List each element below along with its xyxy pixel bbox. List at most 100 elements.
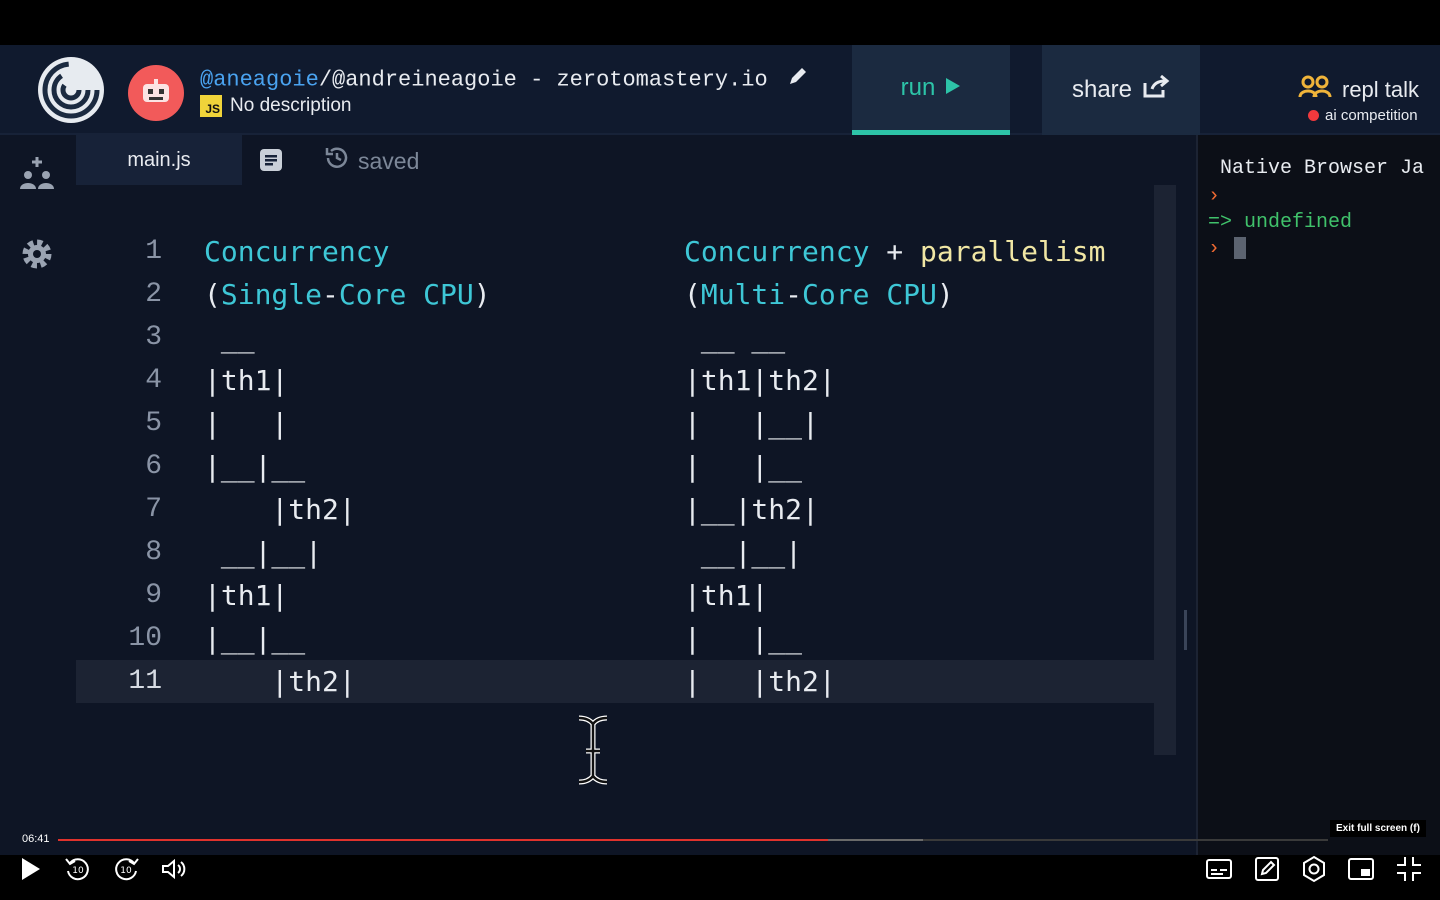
code-text-left: __ bbox=[204, 321, 255, 354]
video-progress-bar[interactable] bbox=[58, 839, 1328, 841]
exit-fullscreen-icon bbox=[1395, 855, 1423, 888]
run-label: run bbox=[900, 73, 936, 101]
code-text-left: |th1| bbox=[204, 364, 289, 397]
code-text-right: | |__ bbox=[684, 450, 803, 483]
exit-fullscreen-button[interactable] bbox=[1391, 855, 1427, 887]
users-icon bbox=[1298, 75, 1334, 105]
line-number: 8 bbox=[145, 537, 162, 568]
code-line[interactable]: 4 |th1| |th1|th2| bbox=[76, 359, 1156, 402]
code-text-left: (Single-Core CPU) bbox=[204, 278, 491, 311]
forward-seconds: 10 bbox=[120, 866, 132, 876]
console-prompt-line: › bbox=[1208, 185, 1220, 208]
console-result-line: => undefined bbox=[1208, 211, 1352, 234]
result-value: undefined bbox=[1244, 211, 1353, 234]
document-icon[interactable] bbox=[258, 147, 284, 178]
code-line[interactable]: 8 __|__| __|__| bbox=[76, 531, 1156, 574]
progress-played bbox=[58, 839, 828, 841]
line-number: 2 bbox=[145, 279, 162, 310]
header-bar: @aneagoie/@andreineagoie - zerotomastery… bbox=[0, 45, 1440, 135]
code-line[interactable]: 7 |th2| |__|th2| bbox=[76, 488, 1156, 531]
settings-icon bbox=[1300, 855, 1328, 888]
notes-button[interactable] bbox=[1249, 855, 1285, 887]
code-text-right: |th1| bbox=[684, 579, 769, 612]
code-text-right: |__|th2| bbox=[684, 493, 819, 526]
console-panel[interactable]: Native Browser Ja › => undefined › bbox=[1196, 135, 1440, 855]
code-text-left: |th2| bbox=[204, 665, 356, 698]
pane-resize-handle[interactable] bbox=[1184, 610, 1187, 650]
code-line[interactable]: 9 |th1| |th1| bbox=[76, 574, 1156, 617]
fullscreen-tooltip: Exit full screen (f) bbox=[1330, 820, 1426, 837]
code-text-left: |th1| bbox=[204, 579, 289, 612]
code-text-right: __|__| bbox=[684, 536, 803, 569]
code-text-left: |__|__ bbox=[204, 450, 306, 483]
history-icon bbox=[324, 145, 350, 177]
rewind-10-button[interactable]: 10 bbox=[60, 855, 96, 887]
line-number: 4 bbox=[145, 365, 162, 396]
play-icon bbox=[945, 74, 961, 102]
replit-window: @aneagoie/@andreineagoie - zerotomastery… bbox=[0, 45, 1440, 855]
current-time: 06:41 bbox=[22, 833, 50, 845]
saved-label: saved bbox=[358, 147, 420, 174]
code-line[interactable]: 1 Concurrency Concurrency + parallelism bbox=[76, 230, 1156, 273]
play-button[interactable] bbox=[13, 855, 49, 887]
user-avatar[interactable] bbox=[128, 65, 184, 121]
replit-logo-icon[interactable] bbox=[38, 57, 104, 123]
repl-owner-link[interactable]: @aneagoie bbox=[200, 67, 319, 92]
console-title: Native Browser Ja bbox=[1220, 157, 1425, 180]
prompt-arrow-icon: › bbox=[1208, 237, 1221, 261]
editor-tabs: main.js saved bbox=[76, 135, 1178, 185]
picture-in-picture-button[interactable] bbox=[1343, 855, 1379, 887]
repl-name: /@andreineagoie - zerotomastery.io bbox=[318, 67, 768, 93]
share-label: share bbox=[1071, 76, 1133, 103]
ai-competition-label: ai competition bbox=[1325, 107, 1418, 124]
save-status: saved bbox=[324, 145, 419, 177]
tab-main-js[interactable]: main.js bbox=[76, 135, 242, 185]
invite-users-icon[interactable] bbox=[18, 155, 56, 193]
code-line[interactable]: 3 __ __ __ bbox=[76, 316, 1156, 359]
description-row[interactable]: JS No description bbox=[200, 95, 351, 117]
picture-in-picture-icon bbox=[1347, 857, 1375, 886]
rewind-icon: 10 bbox=[64, 855, 92, 888]
share-button[interactable]: share bbox=[1042, 45, 1200, 135]
javascript-icon: JS bbox=[200, 95, 222, 117]
captions-button[interactable] bbox=[1201, 855, 1237, 887]
repl-title[interactable]: @aneagoie/@andreineagoie - zerotomastery… bbox=[200, 65, 809, 94]
forward-10-button[interactable]: 10 bbox=[108, 855, 144, 887]
code-text-right: | |__| bbox=[684, 407, 819, 440]
code-text-left: __|__| bbox=[204, 536, 323, 569]
editor-scrollbar[interactable] bbox=[1154, 185, 1176, 755]
repl-talk-label: repl talk bbox=[1342, 77, 1420, 102]
volume-button[interactable] bbox=[156, 855, 192, 887]
line-number: 1 bbox=[145, 236, 162, 267]
code-line[interactable]: 5 | | | |__| bbox=[76, 402, 1156, 445]
code-text-right: | |th2| bbox=[684, 665, 836, 698]
code-text-left: Concurrency bbox=[204, 235, 390, 268]
code-text-right: Concurrency + parallelism bbox=[684, 235, 1106, 268]
code-editor[interactable]: 1 Concurrency Concurrency + parallelism 2 (S… bbox=[76, 185, 1178, 855]
share-icon bbox=[1142, 74, 1170, 106]
console-input-line[interactable]: › bbox=[1208, 237, 1247, 261]
code-line[interactable]: 2 (Single-Core CPU) (Multi-Core CPU) bbox=[76, 273, 1156, 316]
pencil-icon[interactable] bbox=[787, 65, 809, 94]
code-text-right: | |__ bbox=[684, 622, 803, 655]
line-number: 7 bbox=[145, 494, 162, 525]
code-line[interactable]: 6 |__|__ | |__ bbox=[76, 445, 1156, 488]
run-button[interactable]: run bbox=[852, 45, 1010, 135]
line-number: 9 bbox=[145, 580, 162, 611]
repl-description: No description bbox=[230, 95, 352, 116]
settings-button[interactable] bbox=[1296, 855, 1332, 887]
code-text-left: |th2| bbox=[204, 493, 356, 526]
line-number: 6 bbox=[145, 451, 162, 482]
settings-gear-icon[interactable] bbox=[18, 235, 56, 273]
code-line[interactable]: 11 |th2| | |th2| bbox=[76, 660, 1156, 703]
line-number: 10 bbox=[128, 623, 162, 654]
console-caret bbox=[1234, 237, 1247, 259]
code-text-left: |__|__ bbox=[204, 622, 306, 655]
code-line[interactable]: 10 |__|__ | |__ bbox=[76, 617, 1156, 660]
forward-icon: 10 bbox=[112, 855, 140, 888]
repl-talk-link[interactable]: repl talk ai competition bbox=[1298, 75, 1419, 124]
code-text-right: __ __ bbox=[684, 321, 786, 354]
rewind-seconds: 10 bbox=[72, 866, 84, 876]
prompt-arrow-icon: › bbox=[1208, 185, 1221, 208]
text-cursor-icon bbox=[576, 715, 610, 790]
